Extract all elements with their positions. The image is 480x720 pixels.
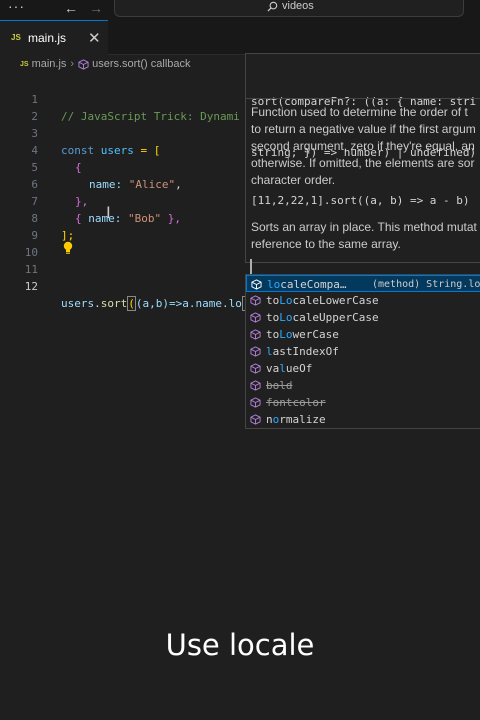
tab-main-js[interactable]: JS main.js ✕ (0, 20, 108, 55)
forward-arrow-icon[interactable]: → (89, 0, 103, 16)
breadcrumb-separator: › (70, 58, 75, 70)
documentation-text: Sorts an array in place. This method mut… (251, 219, 480, 253)
suggestion-label: toLocaleUpperCase (266, 311, 379, 324)
breadcrumb-symbol[interactable]: users.sort() callback (92, 58, 190, 70)
method-cube-icon (250, 363, 261, 374)
suggestion-label: normalize (266, 413, 326, 426)
suggestion-label: lastIndexOf (266, 345, 339, 358)
code-punctuation: . (94, 297, 101, 310)
suggestion-label: bold (266, 379, 293, 392)
suggestion-label: localeCompa… (267, 278, 347, 291)
suggestion-label: fontcolor (266, 396, 326, 409)
method-cube-icon (250, 329, 261, 340)
back-arrow-icon[interactable]: ← (64, 0, 78, 16)
divider (246, 98, 480, 99)
suggestion-item[interactable]: toLowerCase (246, 326, 480, 343)
video-caption: Use locale (165, 628, 315, 662)
breadcrumb-file[interactable]: main.js (32, 58, 67, 70)
suggestion-item[interactable]: bold (246, 377, 480, 394)
javascript-file-icon: JS (20, 60, 29, 68)
suggestion-label: toLocaleLowerCase (266, 294, 379, 307)
method-cube-icon (250, 397, 261, 408)
line-number: 12 (24, 280, 38, 293)
signature-hover-popup: sort(compareFn?: ((a: { name: stri strin… (245, 53, 480, 263)
more-icon[interactable]: ··· (8, 0, 25, 14)
function-name: sort (100, 297, 128, 310)
method-cube-icon (78, 58, 89, 70)
suggestion-item[interactable]: fontcolor (246, 394, 480, 411)
documentation-text: Function used to determine the order of … (251, 104, 480, 189)
matched-bracket: ( (127, 296, 136, 311)
code-expression: (a,b)=>a.name.lo (135, 297, 242, 310)
text-cursor-icon: I (106, 203, 111, 222)
search-icon (267, 1, 278, 12)
text-caret (250, 259, 252, 274)
method-cube-icon (251, 279, 262, 290)
close-icon[interactable]: ✕ (88, 29, 101, 47)
doc-line: character order. (251, 173, 336, 187)
method-cube-icon (250, 380, 261, 391)
command-center-search[interactable]: videos (114, 0, 464, 17)
doc-line: to return a negative value if the first … (251, 122, 476, 136)
suggestion-item[interactable]: normalize (246, 411, 480, 428)
doc-line: Function used to determine the order of … (251, 105, 468, 119)
suggestion-list[interactable]: localeCompa… (method) String.loc toLocaleL… (245, 274, 480, 429)
doc-line: Sorts an array in place. This method mut… (251, 220, 477, 234)
method-cube-icon (250, 312, 261, 323)
method-cube-icon (250, 414, 261, 425)
javascript-file-icon: JS (11, 33, 21, 42)
suggestion-item[interactable]: valueOf (246, 360, 480, 377)
suggestion-label: toLowerCase (266, 328, 339, 341)
doc-line: otherwise. If omitted, the elements are … (251, 156, 475, 170)
method-cube-icon (250, 295, 261, 306)
search-text: videos (282, 0, 314, 12)
title-bar: ··· ← → videos (0, 0, 480, 20)
suggestion-item[interactable]: lastIndexOf (246, 343, 480, 360)
doc-line: reference to the same array. (251, 237, 401, 251)
tab-label: main.js (28, 31, 67, 45)
suggestion-detail: (method) String.loc (372, 279, 480, 290)
method-cube-icon (250, 346, 261, 357)
suggestion-label: valueOf (266, 362, 313, 375)
suggestion-item[interactable]: localeCompa… (method) String.loc (246, 275, 480, 292)
doc-line: second argument, zero if they're equal, … (251, 139, 475, 153)
suggestion-item[interactable]: toLocaleLowerCase (246, 292, 480, 309)
suggestion-item[interactable]: toLocaleUpperCase (246, 309, 480, 326)
lightbulb-icon[interactable] (62, 241, 74, 255)
code-example: [11,2,22,1].sort((a, b) => a - b) (251, 194, 470, 207)
variable-name: users (61, 297, 95, 310)
tab-bar: JS main.js ✕ (0, 20, 480, 55)
